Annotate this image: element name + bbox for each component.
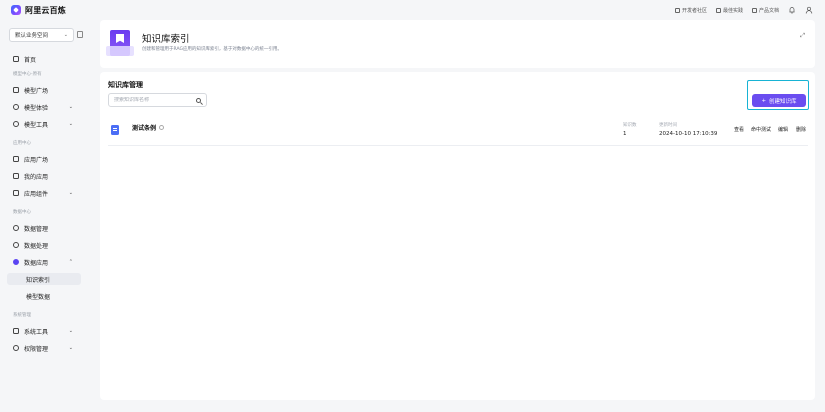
system-tools-icon	[13, 328, 19, 334]
logo[interactable]: 阿里云百炼	[11, 5, 66, 16]
sidebar-item-app-square[interactable]: 应用广场	[7, 153, 81, 165]
chevron-down-icon: ⌄	[68, 190, 73, 196]
sidebar-item-label: 数据应用	[24, 259, 49, 267]
top-link-label: 产品文档	[758, 7, 779, 14]
page-title: 知识库索引	[142, 34, 190, 45]
app-square-icon	[13, 156, 19, 162]
sidebar-item-label: 权限管理	[24, 345, 49, 353]
sidebar-group-data-center: 数据中心	[13, 210, 31, 215]
doc-icon	[751, 7, 757, 13]
sidebar-group-system: 系统管理	[13, 313, 31, 318]
user-icon[interactable]	[805, 6, 813, 14]
top-link-docs[interactable]: 产品文档	[751, 7, 779, 14]
page-description: 创建和管理用于RAG应用的知识库索引，基于对数据中心的统一引用。	[142, 47, 282, 52]
chevron-down-icon: ⌄	[68, 345, 73, 351]
search-box	[108, 93, 207, 107]
sidebar-item-app-components[interactable]: 应用组件 ⌄	[7, 187, 81, 199]
data-application-icon	[13, 259, 19, 265]
sidebar-item-model-experience[interactable]: 模型体验 ⌄	[7, 101, 81, 113]
knowledge-base-panel: 知识库管理 + 创建知识库 测试条例 知识数 1 更新时间 2024-10-10…	[100, 72, 815, 400]
sidebar-item-label: 模型体验	[24, 104, 49, 112]
top-link-label: 最佳实践	[722, 7, 743, 14]
sidebar-item-label: 数据管理	[24, 225, 49, 233]
bell-icon[interactable]	[788, 6, 796, 14]
permission-icon	[13, 345, 19, 351]
chevron-down-icon: ⌄	[68, 104, 73, 110]
table-row[interactable]: 测试条例 知识数 1 更新时间 2024-10-10 17:10:39 查看 命…	[108, 118, 808, 146]
create-button-highlight: + 创建知识库	[747, 80, 809, 110]
search-input[interactable]	[114, 97, 194, 103]
sidebar-item-label: 应用组件	[24, 190, 49, 198]
chevron-up-icon: ⌃	[68, 259, 73, 265]
sidebar-item-label: 首页	[24, 56, 37, 64]
workspace-doc-icon[interactable]	[77, 31, 83, 38]
create-button-label: 创建知识库	[769, 98, 797, 105]
app-components-icon	[13, 190, 19, 196]
model-square-icon	[13, 87, 19, 93]
chevron-down-icon: ⌄	[63, 32, 68, 38]
sidebar-item-model-data[interactable]: 模型数据	[7, 290, 81, 302]
create-knowledge-base-button[interactable]: + 创建知识库	[752, 94, 806, 107]
app-name: 阿里云百炼	[25, 5, 66, 15]
workspace-value: 默认业务空间	[15, 33, 49, 39]
sidebar-item-label: 我的应用	[24, 173, 49, 181]
model-tools-icon	[13, 121, 19, 127]
knowledge-base-name: 测试条例	[132, 123, 165, 132]
sidebar-group-app-center: 应用中心	[13, 141, 31, 146]
data-processing-icon	[13, 242, 19, 248]
updated-time-value: 2024-10-10 17:10:39	[659, 131, 718, 137]
row-name-text: 测试条例	[132, 125, 157, 132]
plus-icon: +	[761, 97, 767, 104]
home-icon	[13, 56, 19, 62]
sidebar-item-data-processing[interactable]: 数据处理	[7, 239, 81, 251]
sidebar: 默认业务空间 ⌄ 首页 模型中心-原有 模型广场 模型体验 ⌄ 模型工具 ⌄ 应…	[0, 20, 88, 412]
view-action[interactable]: 查看	[734, 126, 744, 133]
sidebar-item-label: 模型工具	[24, 121, 49, 129]
count-value: 1	[623, 131, 627, 137]
delete-action[interactable]: 删除	[796, 126, 806, 133]
updated-time-label: 更新时间	[659, 123, 677, 128]
page-header: 知识库索引 创建和管理用于RAG应用的知识库索引，基于对数据中心的统一引用。 ⤢	[100, 20, 815, 68]
hit-test-action[interactable]: 命中测试	[751, 126, 771, 133]
top-links: 开发者社区 最佳实践 产品文档	[674, 0, 813, 20]
sidebar-item-label: 应用广场	[24, 156, 49, 164]
sidebar-item-label: 模型广场	[24, 87, 49, 95]
workspace-select[interactable]: 默认业务空间 ⌄	[9, 28, 74, 42]
model-experience-icon	[13, 104, 19, 110]
top-link-label: 开发者社区	[681, 7, 707, 14]
practice-icon	[715, 7, 721, 13]
sidebar-item-home[interactable]: 首页	[7, 53, 81, 65]
sidebar-item-model-square[interactable]: 模型广场	[7, 84, 81, 96]
document-icon	[111, 125, 119, 135]
knowledge-base-icon	[106, 30, 134, 56]
sidebar-item-model-tools[interactable]: 模型工具 ⌄	[7, 118, 81, 130]
search-icon[interactable]	[196, 97, 201, 103]
brand-logo-icon	[11, 5, 21, 15]
sidebar-item-label: 系统工具	[24, 328, 49, 336]
section-title: 知识库管理	[108, 81, 143, 89]
sidebar-item-system-tools[interactable]: 系统工具 ⌄	[7, 325, 81, 337]
collapse-icon[interactable]: ⤢	[800, 32, 805, 40]
sidebar-item-data-application[interactable]: 数据应用 ⌃	[7, 256, 81, 268]
sidebar-item-label: 数据处理	[24, 242, 49, 250]
sidebar-item-my-apps[interactable]: 我的应用	[7, 170, 81, 182]
sidebar-item-knowledge-index[interactable]: 知识索引	[7, 273, 81, 285]
my-apps-icon	[13, 173, 19, 179]
database-icon	[13, 225, 19, 231]
info-icon[interactable]	[159, 125, 165, 130]
community-icon	[674, 7, 680, 13]
chevron-down-icon: ⌄	[68, 121, 73, 127]
sidebar-group-model-center: 模型中心-原有	[13, 72, 42, 77]
sidebar-item-permissions[interactable]: 权限管理 ⌄	[7, 342, 81, 354]
sidebar-item-label: 模型数据	[26, 293, 51, 301]
count-label: 知识数	[623, 123, 637, 128]
sidebar-item-data-management[interactable]: 数据管理	[7, 222, 81, 234]
sidebar-item-label: 知识索引	[26, 276, 51, 284]
top-bar: 阿里云百炼 开发者社区 最佳实践 产品文档	[0, 0, 825, 20]
top-link-community[interactable]: 开发者社区	[674, 7, 707, 14]
chevron-down-icon: ⌄	[68, 328, 73, 334]
top-link-practice[interactable]: 最佳实践	[715, 7, 743, 14]
edit-action[interactable]: 编辑	[778, 126, 788, 133]
